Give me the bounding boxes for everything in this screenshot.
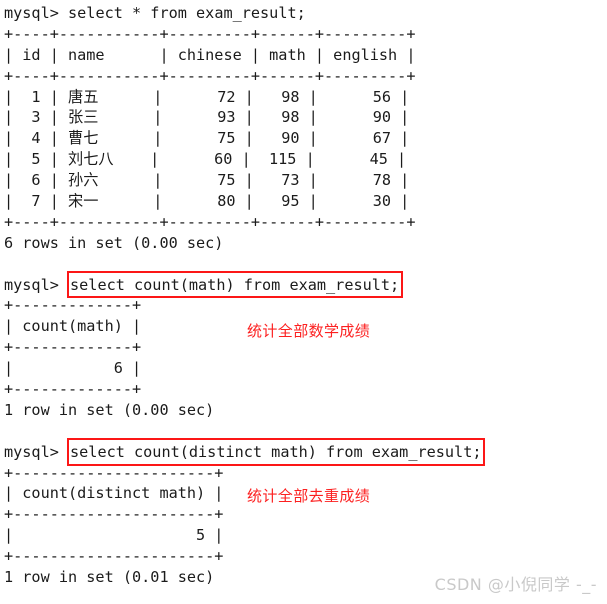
annotation-count-math: 统计全部数学成绩 xyxy=(247,322,371,340)
terminal-line-blank-1 xyxy=(4,254,604,275)
terminal-line-t1-sep: +----+-----------+---------+------+-----… xyxy=(4,66,416,85)
terminal-line-t1-r5: | 6 | 孙六 | 75 | 73 | 78 | xyxy=(4,171,410,190)
sql-command[interactable]: select * from exam_result; xyxy=(68,4,306,22)
terminal-line-t2-bot: +-------------+ xyxy=(4,380,142,399)
sql-command-highlighted[interactable]: select count(math) from exam_result; xyxy=(67,270,404,299)
terminal-line-t1-r3: | 4 | 曹七 | 75 | 90 | 67 | xyxy=(4,129,410,148)
terminal-line-blank-2 xyxy=(4,421,604,442)
terminal-line-t1-r6: | 7 | 宋一 | 80 | 95 | 30 | xyxy=(4,192,410,211)
terminal-line-t2-r1: | 6 | xyxy=(4,359,142,378)
terminal-line-t1-r1: | 1 | 唐五 | 72 | 98 | 56 | xyxy=(4,87,410,106)
shell-prompt: mysql> xyxy=(4,275,69,294)
terminal-line-t1-head: | id | name | chinese | math | english | xyxy=(4,45,416,64)
watermark: CSDN @小倪同学 -_- xyxy=(434,575,597,594)
annotation-count-distinct: 统计全部去重成绩 xyxy=(247,487,371,505)
terminal-line-t1-status: 6 rows in set (0.00 sec) xyxy=(4,233,224,252)
terminal-line-t1-r4: | 5 | 刘七八 | 60 | 115 | 45 | xyxy=(4,150,407,169)
terminal-line-t1-r2: | 3 | 张三 | 93 | 98 | 90 | xyxy=(4,108,410,127)
terminal-line-t3-bot: +----------------------+ xyxy=(4,547,224,566)
terminal-line-t2-status: 1 row in set (0.00 sec) xyxy=(4,400,215,419)
terminal-line-t3-top: +----------------------+ xyxy=(4,463,224,482)
terminal-line-q1-prompt: mysql> select * from exam_result; xyxy=(4,3,604,24)
shell-prompt: mysql> xyxy=(4,4,69,22)
terminal-line-t2-top: +-------------+ xyxy=(4,296,142,315)
sql-command-highlighted[interactable]: select count(distinct math) from exam_re… xyxy=(67,437,486,466)
terminal-line-t2-sep: +-------------+ xyxy=(4,338,142,357)
terminal-line-q2-prompt: mysql> select count(math) from exam_resu… xyxy=(4,270,604,299)
terminal-line-t1-top: +----+-----------+---------+------+-----… xyxy=(4,24,416,43)
terminal-line-q3-prompt: mysql> select count(distinct math) from … xyxy=(4,437,604,466)
shell-prompt: mysql> xyxy=(4,442,69,461)
terminal-line-t3-r1: | 5 | xyxy=(4,526,224,545)
terminal-line-t3-sep: +----------------------+ xyxy=(4,505,224,524)
terminal-line-t1-bot: +----+-----------+---------+------+-----… xyxy=(4,212,416,231)
